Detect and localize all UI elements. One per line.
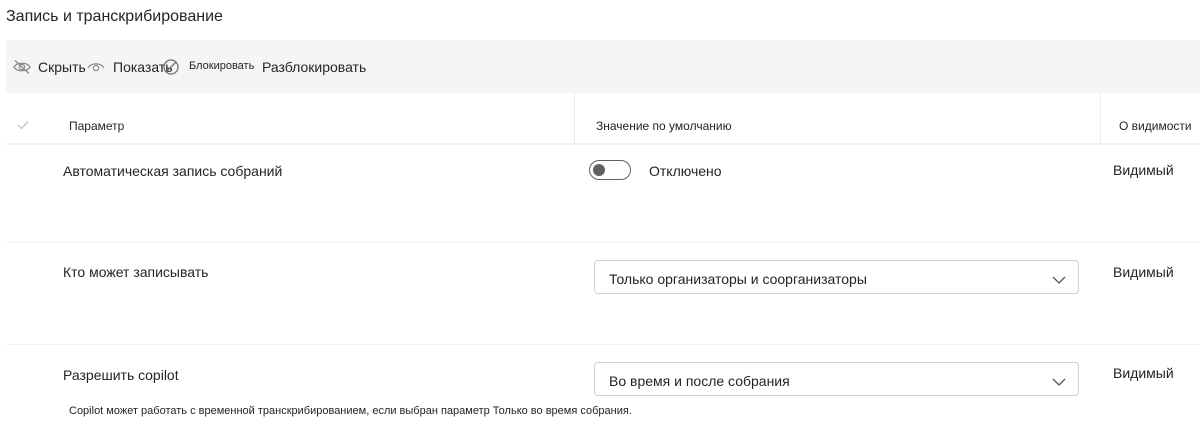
copilot-note: Copilot может работать с временной транс… [69,405,632,417]
setting-name: Разрешить copilot [63,367,179,383]
setting-name: Кто может записывать [63,264,209,280]
page-title: Запись и транскрибирование [6,8,223,25]
select-all-checkmark-icon[interactable] [17,117,29,135]
hide-button[interactable]: Скрыть [12,40,86,93]
setting-name: Автоматическая запись собраний [63,163,283,179]
who-can-record-dropdown[interactable]: Только организаторы и соорганизаторы [594,260,1079,294]
visibility-value: Видимый [1113,162,1174,178]
chevron-down-icon [1052,374,1066,392]
auto-record-toggle[interactable] [589,160,631,180]
column-divider [574,93,575,145]
eye-off-icon [12,59,32,75]
toolbar: Скрыть Показать Блокировать Разблокирова… [6,40,1200,93]
block-icon [162,58,180,76]
block-button[interactable]: Блокировать [162,40,254,93]
visibility-value: Видимый [1113,264,1174,280]
unblock-button[interactable]: Разблокировать [262,40,366,93]
table-header: Параметр Значение по умолчанию О видимос… [6,93,1200,145]
show-button[interactable]: Показать [86,40,173,93]
toggle-knob [593,163,605,176]
row-divider [6,344,1200,345]
dropdown-value: Только организаторы и соорганизаторы [609,271,867,287]
chevron-down-icon [1052,272,1066,290]
hide-button-label: Скрыть [38,58,86,75]
row-divider [6,242,1200,243]
column-header-visibility[interactable]: О видимости [1119,119,1192,133]
block-button-label: Блокировать [189,59,255,72]
column-divider [1100,93,1101,145]
column-header-default-value[interactable]: Значение по умолчанию [596,119,732,133]
toggle-state-label: Отключено [649,163,722,179]
unblock-button-label: Разблокировать [262,58,367,75]
eye-icon [86,59,106,75]
dropdown-value: Во время и после собрания [609,373,790,389]
allow-copilot-dropdown[interactable]: Во время и после собрания [594,362,1079,396]
visibility-value: Видимый [1113,365,1174,381]
column-header-parameter[interactable]: Параметр [69,119,124,133]
